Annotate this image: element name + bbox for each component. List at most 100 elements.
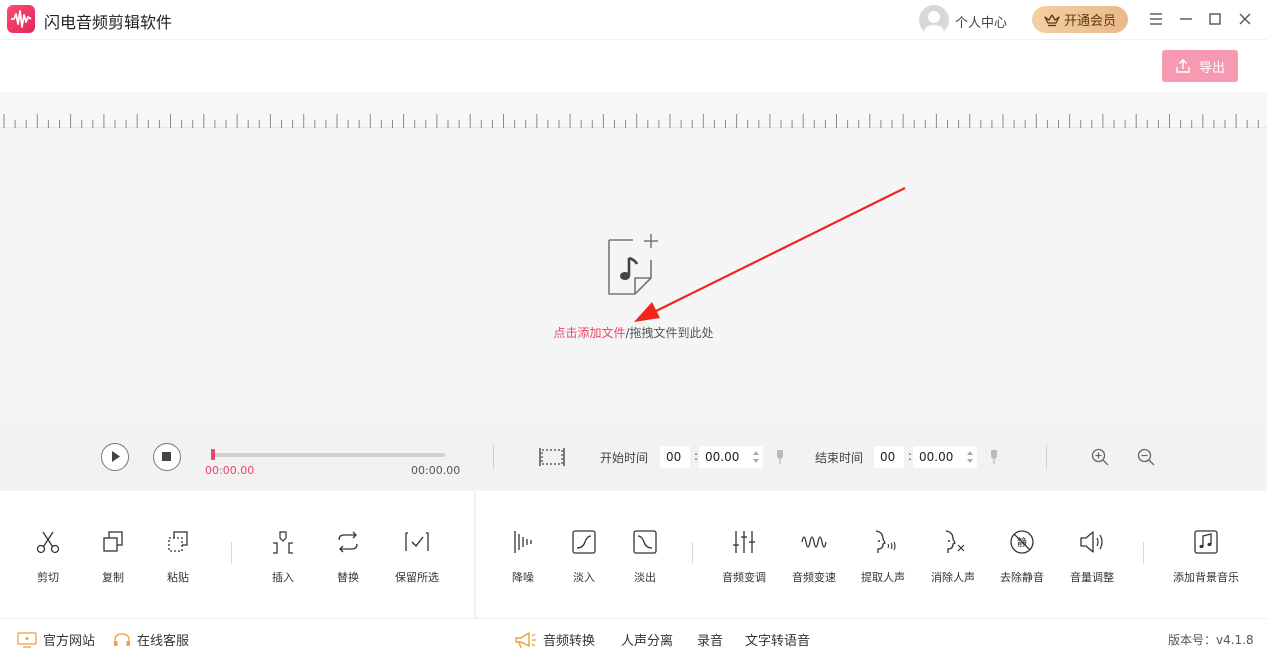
speed-label: 音频变速: [792, 571, 836, 584]
remove-voice-label: 消除人声: [931, 571, 975, 584]
drop-hint: 点击添加文件/拖拽文件到此处: [0, 324, 1267, 341]
replace-label: 替换: [337, 571, 359, 584]
file-drop-area[interactable]: 点击添加文件/拖拽文件到此处: [0, 128, 1267, 425]
keep-selection-label: 保留所选: [395, 571, 439, 584]
progress-handle[interactable]: [211, 449, 215, 460]
stop-button[interactable]: [153, 443, 181, 471]
app-title: 闪电音频剪辑软件: [44, 13, 173, 32]
svg-text:静: 静: [1017, 536, 1027, 549]
audio-convert-label: 音频转换: [543, 634, 596, 649]
remove-voice-tool-button[interactable]: 消除人声: [913, 529, 993, 587]
headset-icon: [114, 632, 130, 646]
end-second-input[interactable]: 00.00: [913, 446, 977, 468]
drag-hint-text: /拖拽文件到此处: [625, 326, 714, 340]
paste-label: 粘贴: [167, 571, 189, 584]
support-link[interactable]: 在线客服: [113, 630, 189, 649]
total-time: 00:00.00: [411, 464, 461, 477]
paste-icon: [168, 531, 188, 552]
extract-voice-tool-button[interactable]: 提取人声: [843, 529, 923, 587]
scissors-icon: [36, 531, 60, 554]
denoise-icon: [514, 531, 532, 553]
text-to-speech-link[interactable]: 文字转语音: [745, 630, 810, 649]
start-second-input[interactable]: 00.00: [699, 446, 763, 468]
add-file-link[interactable]: 点击添加文件: [553, 326, 625, 340]
voice-remove-icon: [945, 530, 965, 553]
pitch-tool-button[interactable]: 音频变调: [704, 529, 784, 587]
pitch-label: 音频变调: [722, 571, 766, 584]
app-logo-icon: [7, 5, 35, 33]
paste-tool-button[interactable]: 粘贴: [138, 529, 218, 587]
title-bar: 闪电音频剪辑软件 个人中心 开通会员: [0, 0, 1267, 40]
remove-silence-tool-button[interactable]: 静 去除静音: [982, 529, 1062, 587]
copy-icon: [103, 531, 123, 552]
start-second-value: 00.00: [705, 450, 740, 464]
annotation-arrow-icon: [634, 187, 906, 322]
divider: [1143, 542, 1144, 564]
voice-extract-icon: [875, 530, 896, 553]
fade-out-label: 淡出: [634, 571, 656, 584]
menu-icon[interactable]: [1147, 10, 1165, 28]
music-note-icon: [1194, 530, 1218, 554]
start-marker-icon[interactable]: [775, 449, 785, 465]
audio-convert-link[interactable]: 音频转换: [513, 630, 595, 649]
keep-selection-tool-button[interactable]: 保留所选: [377, 529, 457, 587]
divider: [692, 542, 693, 564]
replace-icon: [338, 531, 358, 553]
play-button[interactable]: [101, 443, 129, 471]
fade-in-icon: [572, 530, 596, 554]
voice-separate-link[interactable]: 人声分离: [621, 630, 673, 649]
user-avatar-icon[interactable]: [919, 5, 949, 35]
spin-arrows-icon[interactable]: [966, 449, 974, 465]
keep-selection-icon: [405, 532, 429, 551]
export-button[interactable]: 导出: [1162, 50, 1238, 82]
close-icon[interactable]: [1236, 10, 1254, 28]
upload-icon: [1176, 59, 1190, 73]
add-bgm-tool-button[interactable]: 添加背景音乐: [1166, 529, 1246, 587]
end-time-label: 结束时间: [815, 451, 864, 465]
footer-bar: 官方网站 在线客服 音频转换 人声分离 录音 文字转语音 版本号：v4.1.8: [0, 618, 1267, 654]
minimize-icon[interactable]: [1177, 10, 1195, 28]
website-label: 官方网站: [43, 634, 96, 649]
remove-silence-label: 去除静音: [1000, 571, 1044, 584]
zoom-out-icon[interactable]: [1136, 447, 1156, 467]
current-time: 00:00.00: [205, 464, 255, 477]
remove-silence-icon: 静: [1010, 530, 1034, 554]
support-label: 在线客服: [137, 634, 190, 649]
select-range-icon[interactable]: [539, 446, 565, 468]
end-marker-icon[interactable]: [989, 449, 999, 465]
end-minute-input[interactable]: 00: [874, 446, 904, 468]
add-bgm-label: 添加背景音乐: [1173, 571, 1239, 584]
fade-out-tool-button[interactable]: 淡出: [605, 529, 685, 587]
ruler-ticks: [3, 114, 1259, 128]
stop-icon: [162, 452, 171, 461]
progress-track[interactable]: [211, 453, 445, 457]
website-link[interactable]: 官方网站: [17, 630, 95, 649]
divider: [1046, 445, 1047, 469]
end-second-value: 00.00: [919, 450, 954, 464]
volume-tool-button[interactable]: 音量调整: [1052, 529, 1132, 587]
volume-label: 音量调整: [1070, 571, 1114, 584]
fade-out-icon: [633, 530, 657, 554]
speaker-icon: [1080, 531, 1103, 553]
version-label: 版本号：v4.1.8: [1168, 633, 1254, 647]
playback-bar: 00:00.00 00:00.00 开始时间 00 : 00.00 结束时间 0…: [0, 425, 1267, 491]
divider: [231, 542, 232, 564]
panel-divider: [474, 491, 476, 618]
monitor-icon: [17, 631, 37, 648]
record-link[interactable]: 录音: [697, 630, 723, 649]
maximize-icon[interactable]: [1206, 10, 1224, 28]
replace-tool-button[interactable]: 替换: [308, 529, 388, 587]
tool-panel: 剪切 复制 粘贴 插入 替换 保留所选 降噪 淡入 淡出 音频变调 音频变速 提…: [0, 491, 1267, 618]
start-minute-input[interactable]: 00: [660, 446, 690, 468]
play-icon: [112, 451, 120, 462]
start-time-label: 开始时间: [600, 451, 649, 465]
timeline-ruler[interactable]: [0, 92, 1267, 128]
spin-arrows-icon[interactable]: [752, 449, 760, 465]
equalizer-icon: [733, 531, 755, 553]
insert-icon: [273, 531, 293, 554]
vip-button[interactable]: 开通会员: [1032, 6, 1128, 33]
user-center-link[interactable]: 个人中心: [955, 12, 1007, 31]
crown-icon: [1044, 13, 1060, 26]
zoom-in-icon[interactable]: [1090, 447, 1110, 467]
speed-tool-button[interactable]: 音频变速: [774, 529, 854, 587]
